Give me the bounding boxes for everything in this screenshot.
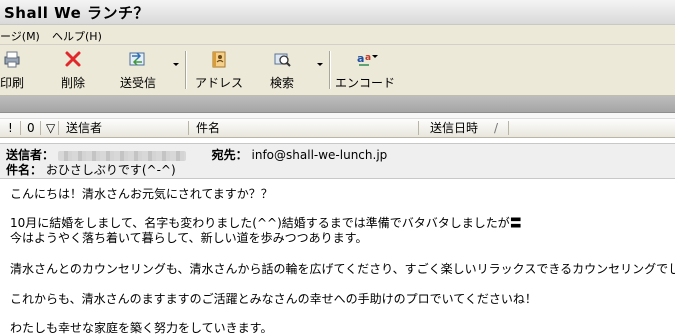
column-divider	[20, 121, 21, 135]
column-divider	[508, 121, 509, 135]
to-value: info@shall-we-lunch.jp	[251, 148, 388, 162]
svg-text:a: a	[357, 52, 364, 65]
preview-header: 送信者： 宛先： info@shall-we-lunch.jp 件名： おひさし…	[0, 143, 675, 179]
print-button[interactable]: 印刷	[0, 49, 30, 93]
send-receive-button[interactable]: 送受信	[114, 49, 162, 93]
encode-icon: a a	[357, 52, 371, 66]
send-receive-icon	[129, 52, 145, 66]
column-flag[interactable]: ▽	[46, 119, 55, 137]
delete-button[interactable]: 削除	[56, 49, 90, 93]
subject-label: 件名：	[6, 163, 43, 177]
printer-icon	[4, 51, 20, 68]
encode-dropdown-icon[interactable]	[372, 55, 378, 58]
column-priority[interactable]: !	[8, 119, 13, 137]
address-book-icon	[212, 51, 226, 68]
search-dropdown-icon[interactable]	[317, 63, 323, 66]
toolbar-separator	[185, 51, 187, 89]
send-receive-label: 送受信	[119, 76, 156, 90]
column-divider	[188, 121, 189, 135]
toolbar-separator	[329, 51, 331, 89]
to-label: 宛先：	[211, 148, 248, 162]
send-receive-dropdown-icon[interactable]	[173, 63, 179, 66]
menu-item-message[interactable]: ージ(M)	[0, 28, 40, 44]
svg-text:a: a	[365, 53, 371, 63]
message-body: こんにちは！清水さんお元気にされてますか？？ 10月に結婚をしまして、名字も変わ…	[0, 179, 675, 335]
column-divider	[40, 121, 41, 135]
body-line: 10月に結婚をしまして、名字も変わりました(^^)結婚するまでは準備でバタバタし…	[10, 216, 522, 230]
folder-bar	[0, 96, 675, 113]
column-date-sent[interactable]: 送信日時	[430, 119, 478, 137]
address-label: アドレス	[194, 76, 243, 90]
encode-label: エンコード	[334, 76, 395, 90]
redacted-sender	[57, 150, 186, 161]
column-subject[interactable]: 件名	[196, 119, 220, 137]
delete-x-icon	[65, 51, 81, 67]
title-bar: Shall We ランチ？	[0, 0, 675, 25]
message-list-header: ! 0 ▽ 送信者 件名 送信日時 /	[0, 119, 675, 138]
from-label: 送信者：	[6, 148, 55, 162]
body-line: こんにちは！清水さんお元気にされてますか？？	[10, 187, 273, 201]
search-button[interactable]: 検索	[264, 49, 300, 93]
print-label: 印刷	[0, 76, 24, 90]
column-sender[interactable]: 送信者	[66, 119, 102, 137]
body-line: わたしも幸せな家庭を築く努力をしていきます。	[10, 321, 273, 335]
body-line: 清水さんとのカウンセリングも、清水さんから話の輪を広げてくださり、すごく楽しいリ…	[10, 262, 675, 276]
delete-label: 削除	[60, 76, 85, 90]
window-title: Shall We ランチ？	[4, 4, 150, 22]
subject-value: おひさしぶりです(^-^)	[45, 163, 176, 177]
address-button[interactable]: アドレス	[194, 49, 244, 93]
menu-item-help[interactable]: ヘルプ(H)	[52, 28, 102, 44]
column-divider	[58, 121, 59, 135]
toolbar: 印刷 削除 送受信 アドレス 検索 a a エンコード	[0, 45, 675, 96]
body-line: 今はようやく落ち着いて暮らして、新しい道を歩みつつあります。	[10, 231, 368, 245]
encode-button[interactable]: a a エンコード	[334, 49, 396, 93]
body-line: これからも、清水さんのますますのご活躍とみなさんの幸せへの手助けのプロでいてくだ…	[10, 292, 537, 306]
sort-indicator-icon: /	[494, 121, 499, 135]
subject-row: 件名： おひさしぶりです(^-^)	[6, 161, 176, 178]
search-label: 検索	[269, 76, 294, 90]
column-attachment[interactable]: 0	[27, 119, 35, 137]
search-icon	[274, 53, 291, 67]
column-divider	[418, 121, 419, 135]
menu-bar: ージ(M) ヘルプ(H)	[0, 25, 675, 45]
